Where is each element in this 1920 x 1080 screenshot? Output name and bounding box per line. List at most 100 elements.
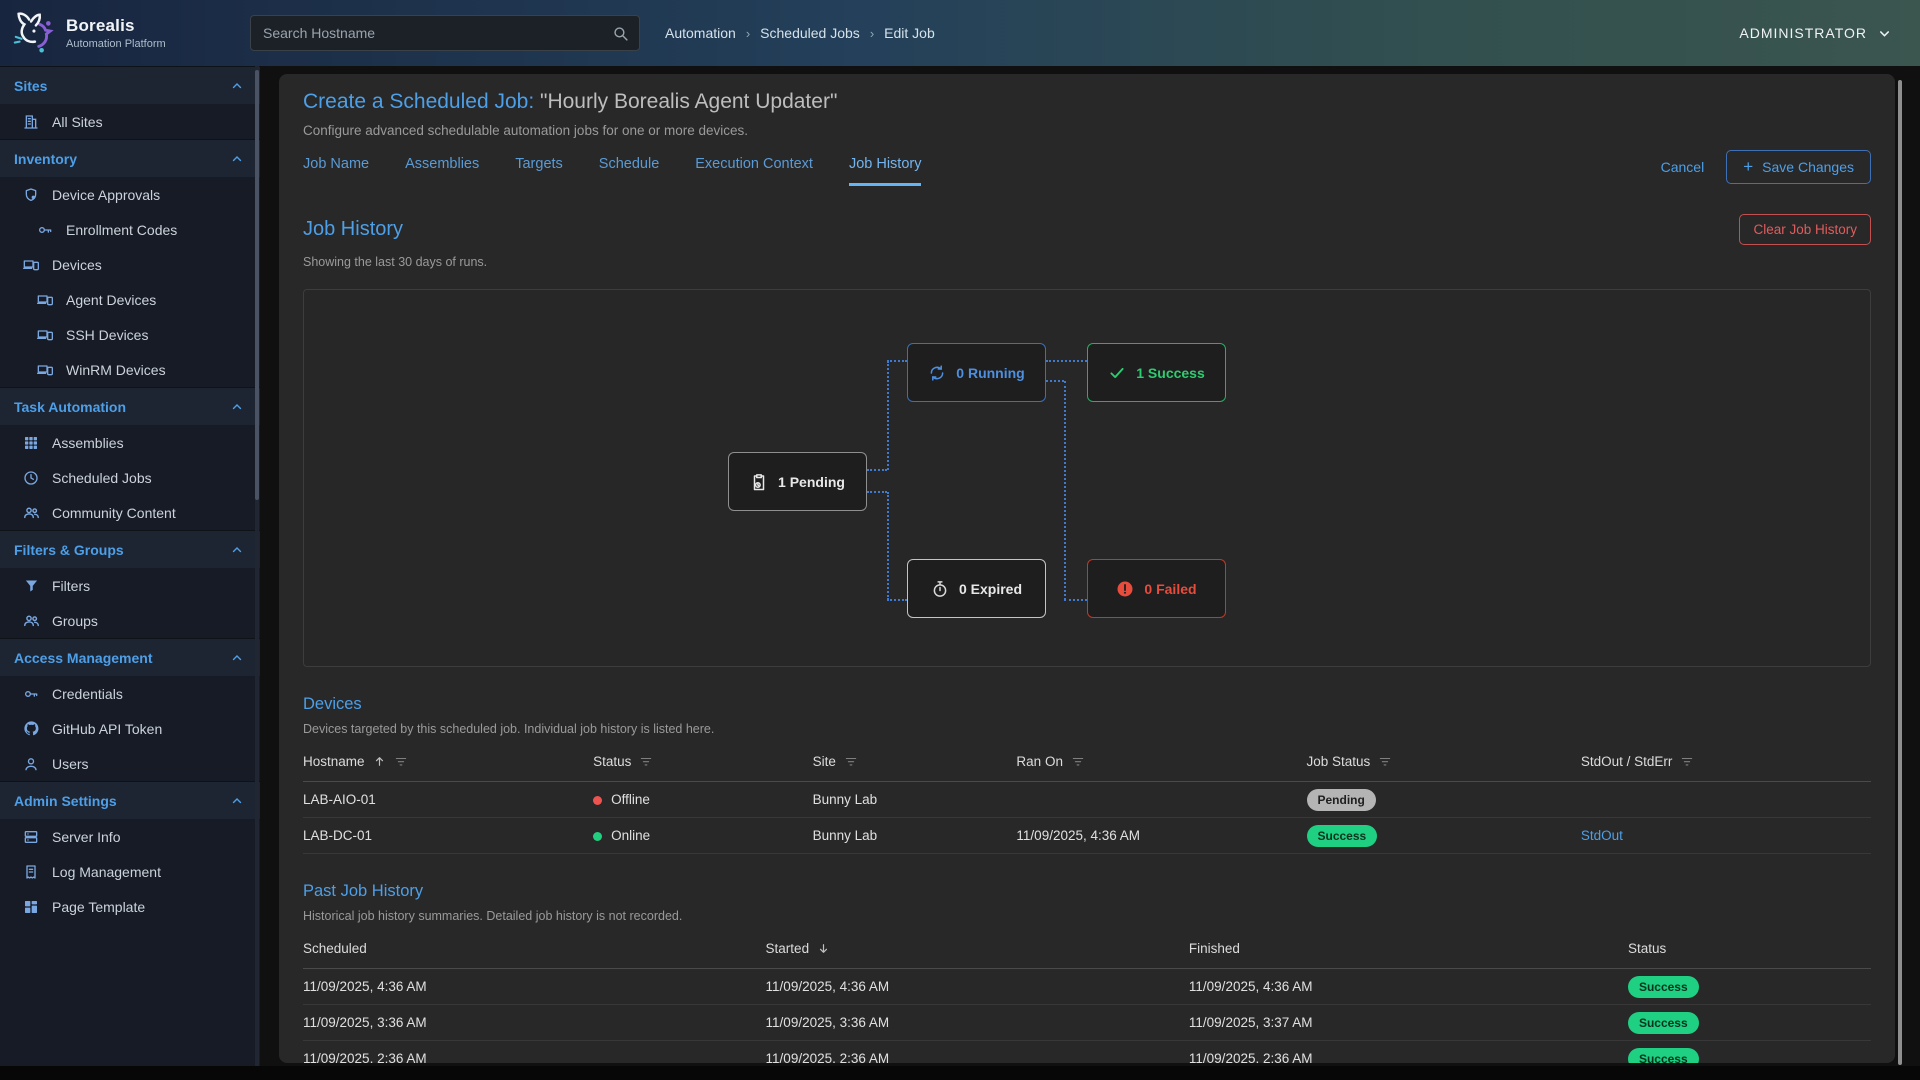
- sidebar-item-scheduled-jobs[interactable]: Scheduled Jobs: [0, 460, 260, 495]
- column-finished[interactable]: Finished: [1189, 941, 1628, 956]
- devices-table-header: Hostname Status Site Ran On Job S: [303, 742, 1871, 782]
- search-input[interactable]: [251, 25, 612, 41]
- item-label: Scheduled Jobs: [52, 470, 152, 486]
- sidebar-item-groups[interactable]: Groups: [0, 603, 260, 638]
- sort-asc-icon[interactable]: [373, 755, 386, 768]
- section-label: Inventory: [14, 151, 77, 167]
- sidebar-item-community-content[interactable]: Community Content: [0, 495, 260, 530]
- table-row[interactable]: LAB-AIO-01 Offline Bunny Lab Pending: [303, 782, 1871, 818]
- sidebar-item-all-sites[interactable]: All Sites: [0, 104, 260, 139]
- site-cell: Bunny Lab: [813, 792, 1017, 807]
- flow-node-pending[interactable]: 1 Pending: [728, 452, 867, 511]
- flow-node-expired[interactable]: 0 Expired: [907, 559, 1046, 618]
- breadcrumb-item-scheduled-jobs[interactable]: Scheduled Jobs: [760, 25, 860, 41]
- hostname-search[interactable]: [250, 15, 640, 51]
- filter-icon[interactable]: [1378, 755, 1392, 769]
- sidebar-section-task-automation[interactable]: Task Automation: [0, 387, 260, 425]
- filter-icon[interactable]: [394, 755, 408, 769]
- sidebar-item-agent-devices[interactable]: Agent Devices: [0, 282, 260, 317]
- table-row[interactable]: 11/09/2025, 4:36 AM 11/09/2025, 4:36 AM …: [303, 969, 1871, 1005]
- column-site[interactable]: Site: [813, 754, 1017, 769]
- flow-node-success[interactable]: 1 Success: [1087, 343, 1226, 402]
- flow-node-pending-label: 1 Pending: [778, 474, 845, 490]
- item-label: SSH Devices: [66, 327, 148, 343]
- table-row[interactable]: 11/09/2025, 2:36 AM 11/09/2025, 2:36 AM …: [303, 1041, 1871, 1063]
- log-icon: [22, 864, 40, 880]
- chevron-up-icon: [230, 400, 244, 414]
- item-label: Page Template: [52, 899, 145, 915]
- flow-node-failed[interactable]: 0 Failed: [1087, 559, 1226, 618]
- breadcrumb-item-edit-job[interactable]: Edit Job: [884, 25, 935, 41]
- shield-icon: [22, 187, 40, 203]
- filter-icon[interactable]: [639, 755, 653, 769]
- sidebar-section-admin-settings[interactable]: Admin Settings: [0, 781, 260, 819]
- column-stdout-stderr[interactable]: StdOut / StdErr: [1581, 754, 1871, 769]
- item-label: Agent Devices: [66, 292, 156, 308]
- chevron-up-icon: [230, 651, 244, 665]
- sidebar-item-log-management[interactable]: Log Management: [0, 854, 260, 889]
- sidebar-item-github-api-token[interactable]: GitHub API Token: [0, 711, 260, 746]
- started-cell: 11/09/2025, 4:36 AM: [766, 979, 1189, 994]
- sidebar-item-credentials[interactable]: Credentials: [0, 676, 260, 711]
- sidebar-scrollbar-thumb[interactable]: [255, 70, 259, 500]
- tab-job-name[interactable]: Job Name: [303, 156, 369, 186]
- column-started[interactable]: Started: [766, 941, 1189, 956]
- column-status[interactable]: Status: [593, 754, 813, 769]
- column-ran-on[interactable]: Ran On: [1016, 754, 1306, 769]
- sidebar-item-assemblies[interactable]: Assemblies: [0, 425, 260, 460]
- started-cell: 11/09/2025, 2:36 AM: [766, 1051, 1189, 1063]
- tab-assemblies[interactable]: Assemblies: [405, 156, 479, 186]
- sidebar-item-enrollment-codes[interactable]: Enrollment Codes: [0, 212, 260, 247]
- breadcrumb-separator: ›: [746, 26, 750, 41]
- sidebar-item-winrm-devices[interactable]: WinRM Devices: [0, 352, 260, 387]
- sidebar-item-users[interactable]: Users: [0, 746, 260, 781]
- column-job-status[interactable]: Job Status: [1307, 754, 1581, 769]
- devices-icon: [36, 292, 54, 308]
- tab-execution-context[interactable]: Execution Context: [695, 156, 813, 186]
- past-job-history-table: Scheduled Started Finished Status 11/09/…: [303, 929, 1871, 1063]
- people-icon: [22, 612, 40, 629]
- column-hostname[interactable]: Hostname: [303, 754, 593, 769]
- sidebar-item-device-approvals[interactable]: Device Approvals: [0, 177, 260, 212]
- filter-icon[interactable]: [1071, 755, 1085, 769]
- table-row[interactable]: LAB-DC-01 Online Bunny Lab 11/09/2025, 4…: [303, 818, 1871, 854]
- sidebar-item-page-template[interactable]: Page Template: [0, 889, 260, 924]
- item-label: Groups: [52, 613, 98, 629]
- user-menu[interactable]: ADMINISTRATOR: [1739, 0, 1892, 66]
- past-job-history-heading: Past Job History: [303, 882, 1871, 901]
- flow-node-running[interactable]: 0 Running: [907, 343, 1046, 402]
- filter-icon[interactable]: [1680, 755, 1694, 769]
- tab-targets[interactable]: Targets: [515, 156, 563, 186]
- brand-subtitle: Automation Platform: [66, 38, 166, 50]
- item-label: Community Content: [52, 505, 176, 521]
- sidebar-section-inventory[interactable]: Inventory: [0, 139, 260, 177]
- cancel-button[interactable]: Cancel: [1661, 159, 1705, 175]
- sidebar-item-filters[interactable]: Filters: [0, 568, 260, 603]
- hostname-cell: LAB-AIO-01: [303, 792, 593, 807]
- stdout-link[interactable]: StdOut: [1581, 828, 1871, 843]
- sort-desc-icon[interactable]: [817, 942, 830, 955]
- sidebar-item-devices[interactable]: Devices: [0, 247, 260, 282]
- page-title: Create a Scheduled Job: "Hourly Borealis…: [303, 90, 1871, 114]
- sidebar-item-server-info[interactable]: Server Info: [0, 819, 260, 854]
- main-scrollbar-thumb[interactable]: [1898, 80, 1902, 1065]
- search-icon[interactable]: [612, 25, 629, 42]
- tab-job-history[interactable]: Job History: [849, 156, 922, 186]
- sidebar-item-ssh-devices[interactable]: SSH Devices: [0, 317, 260, 352]
- column-scheduled[interactable]: Scheduled: [303, 941, 766, 956]
- sidebar-section-filters-groups[interactable]: Filters & Groups: [0, 530, 260, 568]
- breadcrumb-item-automation[interactable]: Automation: [665, 25, 736, 41]
- sidebar-section-access-management[interactable]: Access Management: [0, 638, 260, 676]
- column-status[interactable]: Status: [1628, 941, 1871, 956]
- job-history-heading: Job History: [303, 218, 403, 241]
- status-badge: Success: [1628, 976, 1699, 998]
- item-label: Device Approvals: [52, 187, 160, 203]
- job-history-subheading: Showing the last 30 days of runs.: [303, 255, 1871, 269]
- filter-icon[interactable]: [844, 755, 858, 769]
- clear-job-history-button[interactable]: Clear Job History: [1739, 214, 1871, 245]
- tab-schedule[interactable]: Schedule: [599, 156, 659, 186]
- save-changes-button[interactable]: + Save Changes: [1726, 150, 1871, 184]
- table-row[interactable]: 11/09/2025, 3:36 AM 11/09/2025, 3:36 AM …: [303, 1005, 1871, 1041]
- sidebar-section-sites[interactable]: Sites: [0, 66, 260, 104]
- connector-line: [1046, 360, 1087, 362]
